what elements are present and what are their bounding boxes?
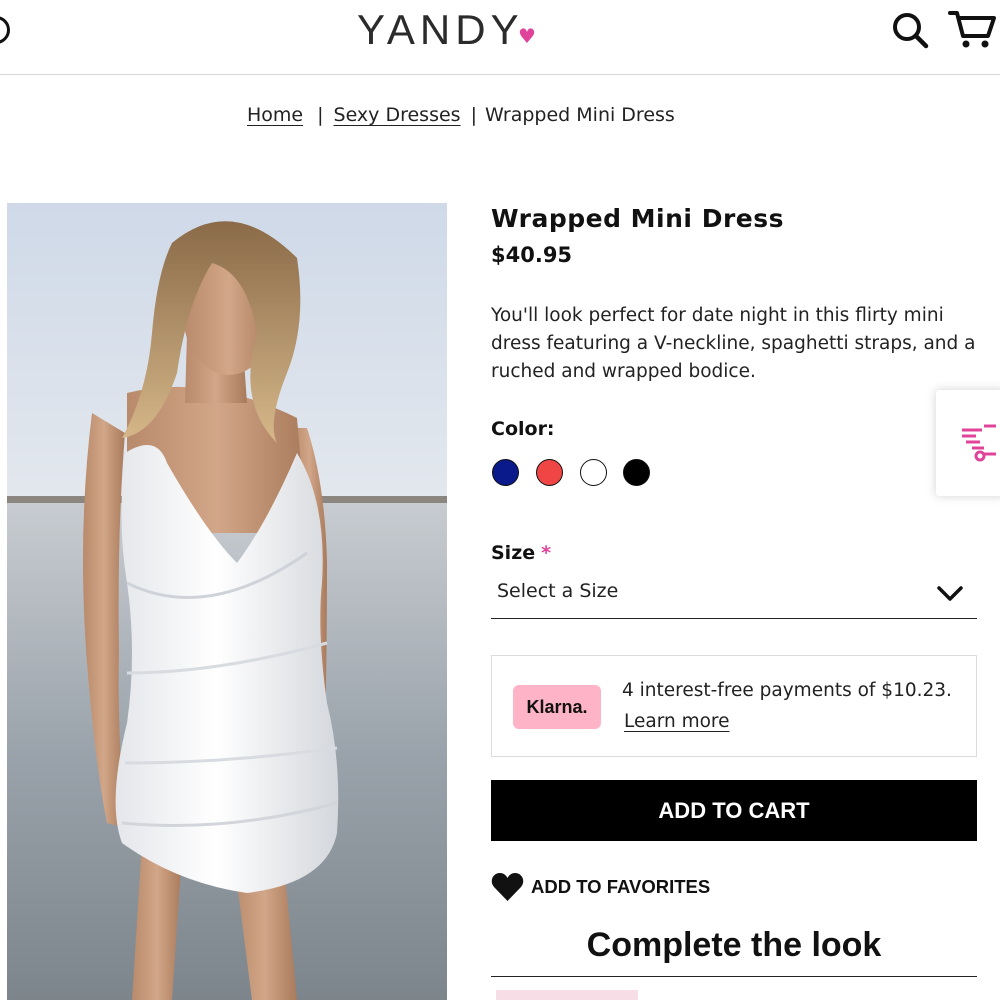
size-label: Size * [491, 542, 551, 564]
size-select[interactable]: Select a Size [491, 572, 977, 619]
klarna-promo: Klarna. 4 interest-free payments of $10.… [491, 655, 977, 757]
color-swatch-red[interactable] [536, 459, 563, 486]
site-header: YANDY ♥ [0, 0, 1000, 75]
cart-icon[interactable] [948, 8, 996, 50]
product-title: Wrapped Mini Dress [491, 204, 784, 233]
product-image[interactable] [7, 203, 447, 1000]
required-asterisk: * [541, 542, 552, 564]
breadcrumb-separator: | [317, 104, 324, 126]
logo-heart-icon: ♥ [518, 24, 536, 48]
add-to-cart-button[interactable]: ADD TO CART [491, 780, 977, 841]
complete-the-look-heading: Complete the look [586, 926, 882, 964]
fast-delivery-icon [962, 424, 1000, 462]
breadcrumb-current: Wrapped Mini Dress [484, 104, 675, 126]
breadcrumb: Home | Sexy Dresses | Wrapped Mini Dress [247, 104, 675, 126]
breadcrumb-separator: | [470, 104, 477, 126]
klarna-logo: Klarna. [513, 685, 601, 729]
klarna-learn-more-link[interactable]: Learn more [624, 711, 730, 732]
shipping-widget[interactable] [936, 390, 1000, 496]
product-description: You'll look perfect for date night in th… [491, 305, 976, 382]
search-icon[interactable] [890, 10, 930, 50]
size-select-value: Select a Size [497, 580, 619, 602]
color-swatch-black[interactable] [623, 459, 650, 486]
recommended-product-thumbnail[interactable] [496, 990, 638, 1000]
section-divider [491, 976, 977, 977]
chevron-down-icon [937, 586, 963, 601]
color-label: Color: [491, 418, 555, 440]
product-photo [7, 203, 447, 1000]
add-to-favorites-label: ADD TO FAVORITES [531, 876, 711, 897]
logo[interactable]: YANDY [357, 6, 524, 54]
breadcrumb-home-link[interactable]: Home [247, 104, 303, 126]
menu-icon[interactable] [0, 16, 10, 44]
breadcrumb-category-link[interactable]: Sexy Dresses [334, 104, 461, 126]
color-swatch-navy[interactable] [492, 459, 519, 486]
product-price: $40.95 [491, 243, 573, 267]
size-label-text: Size [491, 542, 536, 564]
heart-icon [491, 873, 524, 901]
klarna-installment-text: 4 interest-free payments of $10.23. [622, 680, 952, 701]
color-swatch-white[interactable] [580, 459, 607, 486]
